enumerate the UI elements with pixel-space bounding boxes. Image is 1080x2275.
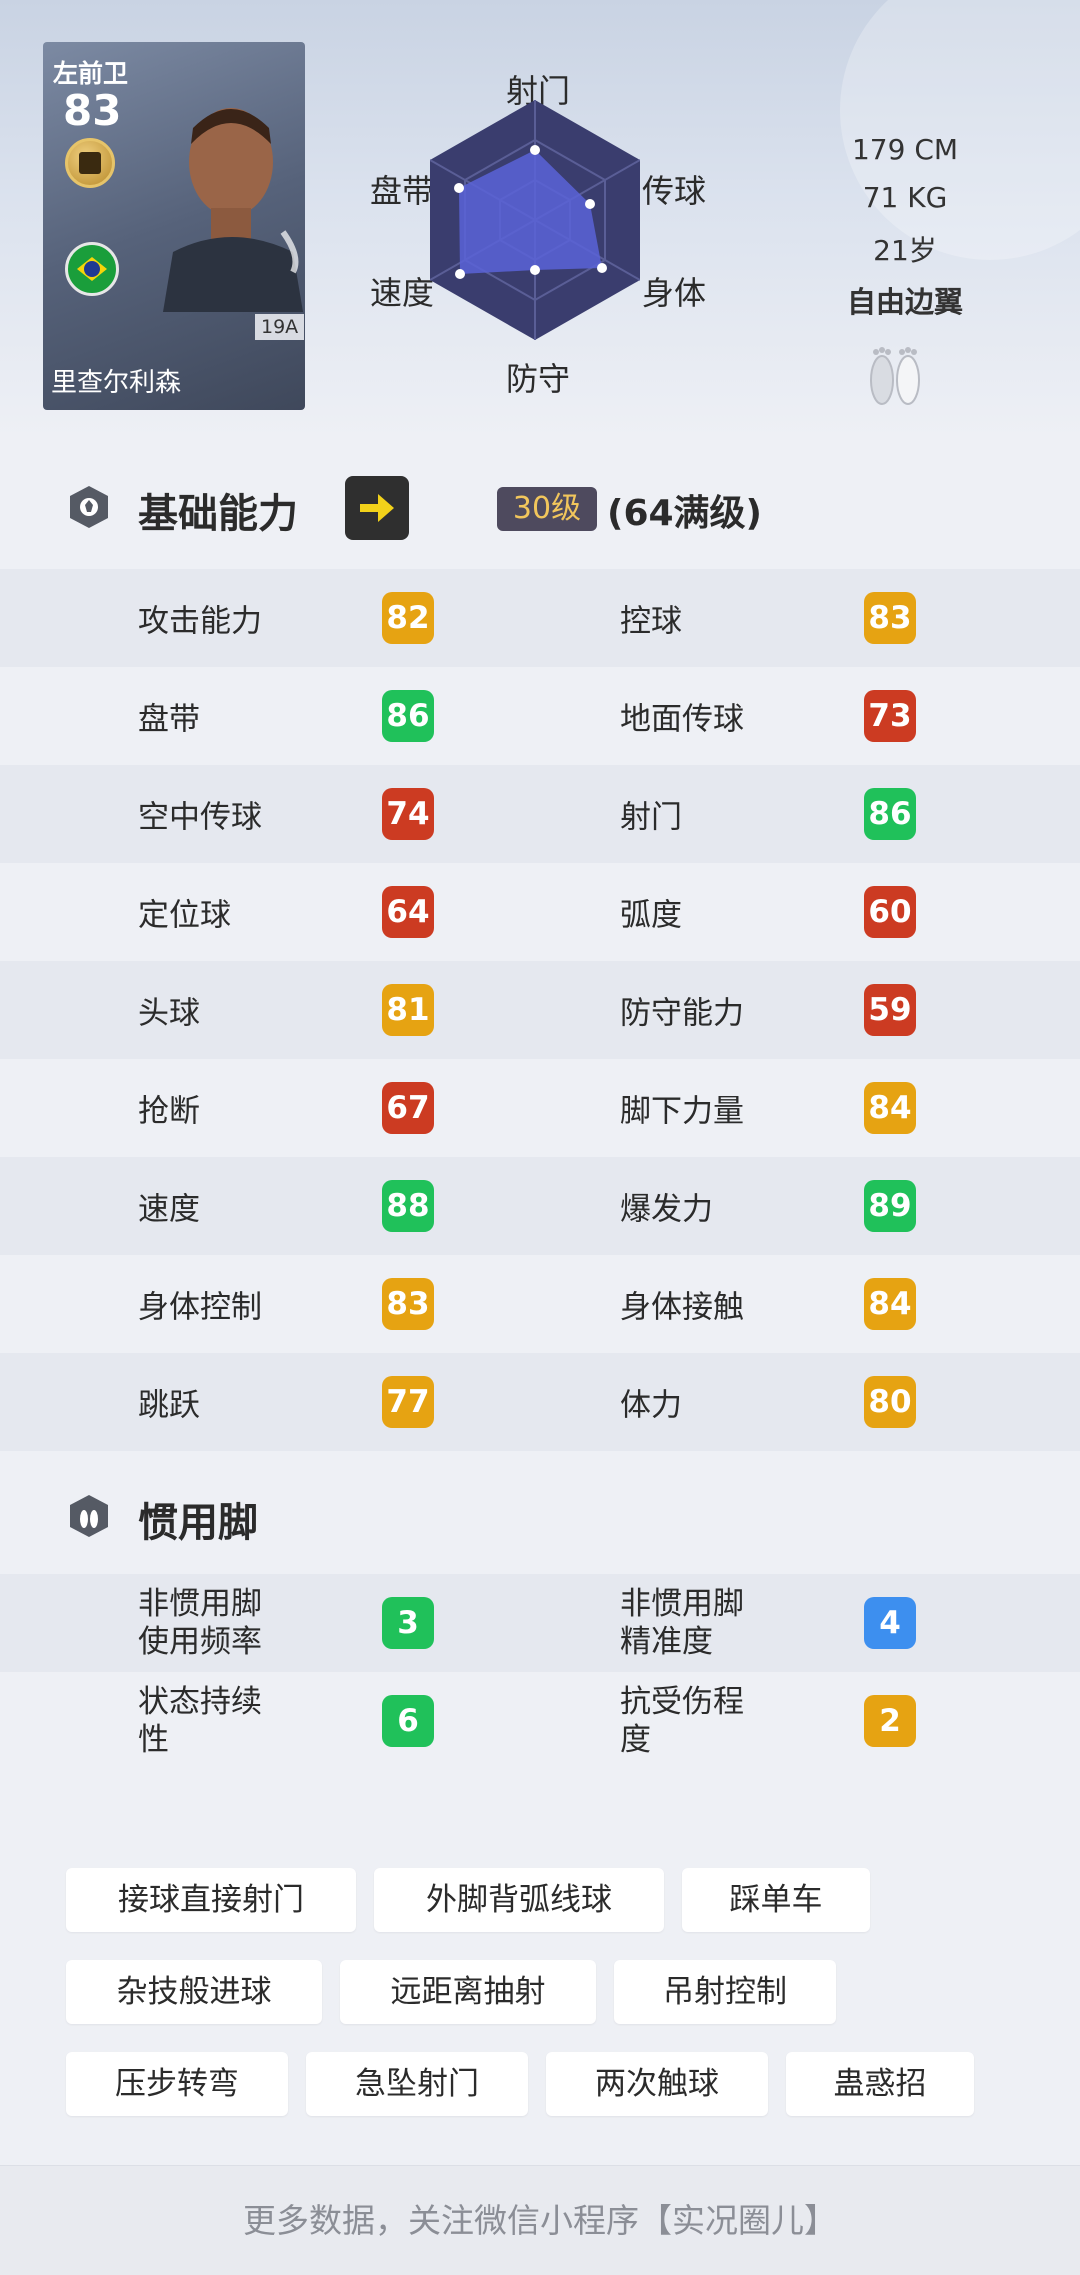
stat-label: 射门 bbox=[620, 799, 682, 836]
player-detail-screen: 左前卫 83 19A 里查尔利森 射门 传球 身体 防守 速度 盘带 179 C… bbox=[0, 0, 1080, 2275]
stat-label: 脚下力量 bbox=[620, 1093, 744, 1130]
stat-value-badge: 80 bbox=[864, 1376, 916, 1428]
stat-label: 非惯用脚 使用频率 bbox=[138, 1586, 262, 1660]
foot-section-icon bbox=[70, 1495, 108, 1537]
stat-label: 控球 bbox=[620, 603, 682, 640]
player-card[interactable]: 左前卫 83 19A 里查尔利森 bbox=[43, 42, 305, 410]
stat-label: 头球 bbox=[138, 995, 200, 1032]
stat-value-badge: 86 bbox=[382, 690, 434, 742]
stat-value-badge: 84 bbox=[864, 1278, 916, 1330]
stat-value-badge: 88 bbox=[382, 1180, 434, 1232]
player-position: 左前卫 bbox=[53, 59, 129, 88]
stat-label: 抗受伤程度 bbox=[620, 1684, 744, 1758]
club-badge-icon bbox=[65, 138, 115, 188]
player-height: 179 CM bbox=[851, 133, 959, 166]
stat-row: 速度 88 爆发力 89 bbox=[0, 1157, 1080, 1255]
stat-value-badge: 3 bbox=[382, 1597, 434, 1649]
stat-row: 定位球 64 弧度 60 bbox=[0, 863, 1080, 961]
stat-value-badge: 67 bbox=[382, 1082, 434, 1134]
footer-banner[interactable]: 更多数据，关注微信小程序【实况圈儿】 bbox=[0, 2165, 1080, 2275]
stat-value-badge: 64 bbox=[382, 886, 434, 938]
stat-value-badge: 86 bbox=[864, 788, 916, 840]
stat-value-badge: 82 bbox=[382, 592, 434, 644]
stat-row: 跳跃 77 体力 80 bbox=[0, 1353, 1080, 1451]
stat-row: 身体控制 83 身体接触 84 bbox=[0, 1255, 1080, 1353]
stat-label: 弧度 bbox=[620, 897, 682, 934]
player-play-style: 自由边翼 bbox=[846, 285, 963, 319]
stat-value-badge: 83 bbox=[382, 1278, 434, 1330]
radar-label-passing: 传球 bbox=[642, 172, 707, 210]
level-up-button[interactable] bbox=[345, 476, 409, 540]
foot-stat-row: 非惯用脚 使用频率 3 非惯用脚 精准度 4 bbox=[0, 1574, 1080, 1672]
radar-label-defending: 防守 bbox=[506, 360, 571, 398]
skill-tag[interactable]: 两次触球 bbox=[546, 2052, 768, 2116]
basic-ability-icon bbox=[70, 486, 108, 528]
stat-label: 状态持续性 bbox=[138, 1684, 262, 1758]
stat-value-badge: 6 bbox=[382, 1695, 434, 1747]
stat-row: 盘带 86 地面传球 73 bbox=[0, 667, 1080, 765]
stat-value-badge: 83 bbox=[864, 592, 916, 644]
player-name: 里查尔利森 bbox=[51, 368, 182, 398]
skill-tag[interactable]: 杂技般进球 bbox=[66, 1960, 322, 2024]
max-level-label: (64满级) bbox=[607, 493, 763, 534]
stat-value-badge: 74 bbox=[382, 788, 434, 840]
stat-value-badge: 77 bbox=[382, 1376, 434, 1428]
skill-tag[interactable]: 吊射控制 bbox=[614, 1960, 836, 2024]
skill-tag[interactable]: 踩单车 bbox=[682, 1868, 870, 1932]
stat-row: 抢断 67 脚下力量 84 bbox=[0, 1059, 1080, 1157]
foot-stat-row: 状态持续性 6 抗受伤程度 2 bbox=[0, 1672, 1080, 1770]
stat-label: 防守能力 bbox=[620, 995, 744, 1032]
basic-ability-title: 基础能力 bbox=[138, 491, 298, 537]
skill-tag[interactable]: 远距离抽射 bbox=[340, 1960, 596, 2024]
stat-row: 头球 81 防守能力 59 bbox=[0, 961, 1080, 1059]
stat-label: 抢断 bbox=[138, 1093, 200, 1130]
skill-tag[interactable]: 外脚背弧线球 bbox=[374, 1868, 664, 1932]
radar-chart bbox=[430, 100, 640, 340]
skill-tag[interactable]: 蛊惑招 bbox=[786, 2052, 974, 2116]
stat-value-badge: 81 bbox=[382, 984, 434, 1036]
player-weight: 71 KG bbox=[862, 181, 948, 214]
radar-label-physical: 身体 bbox=[642, 274, 707, 312]
stat-value-badge: 59 bbox=[864, 984, 916, 1036]
stat-label: 攻击能力 bbox=[138, 603, 262, 640]
stat-label: 定位球 bbox=[138, 897, 231, 934]
stat-value-badge: 60 bbox=[864, 886, 916, 938]
level-pill[interactable]: 30级 bbox=[497, 487, 597, 531]
stat-value-badge: 89 bbox=[864, 1180, 916, 1232]
stat-label: 身体控制 bbox=[138, 1289, 262, 1326]
stat-value-badge: 73 bbox=[864, 690, 916, 742]
brazil-flag-icon bbox=[65, 242, 119, 296]
feet-icon bbox=[870, 347, 920, 405]
card-version: 19A bbox=[255, 314, 305, 340]
stat-label: 非惯用脚 精准度 bbox=[620, 1586, 744, 1660]
stat-row: 空中传球 74 射门 86 bbox=[0, 765, 1080, 863]
stat-label: 爆发力 bbox=[620, 1191, 713, 1228]
radar-label-dribbling: 盘带 bbox=[370, 172, 435, 210]
foot-section-title: 惯用脚 bbox=[138, 1500, 258, 1546]
stat-label: 空中传球 bbox=[138, 799, 262, 836]
stat-label: 体力 bbox=[620, 1387, 682, 1424]
stat-row: 攻击能力 82 控球 83 bbox=[0, 569, 1080, 667]
stat-value-badge: 2 bbox=[864, 1695, 916, 1747]
skill-tag[interactable]: 压步转弯 bbox=[66, 2052, 288, 2116]
stat-value-badge: 84 bbox=[864, 1082, 916, 1134]
skill-tag[interactable]: 接球直接射门 bbox=[66, 1868, 356, 1932]
skill-tag[interactable]: 急坠射门 bbox=[306, 2052, 528, 2116]
arrow-right-icon bbox=[360, 494, 394, 522]
player-overall: 83 bbox=[63, 86, 122, 135]
stat-label: 跳跃 bbox=[138, 1387, 200, 1424]
stat-label: 速度 bbox=[138, 1191, 200, 1228]
player-header: 左前卫 83 19A 里查尔利森 射门 传球 身体 防守 速度 盘带 179 C… bbox=[0, 0, 1080, 440]
radar-label-speed: 速度 bbox=[370, 274, 435, 312]
player-age: 21岁 bbox=[873, 234, 937, 267]
stat-label: 盘带 bbox=[138, 701, 200, 738]
stat-label: 身体接触 bbox=[620, 1289, 744, 1326]
player-photo bbox=[163, 108, 303, 312]
stat-value-badge: 4 bbox=[864, 1597, 916, 1649]
header-decoration bbox=[840, 0, 1080, 260]
stat-label: 地面传球 bbox=[620, 701, 744, 738]
